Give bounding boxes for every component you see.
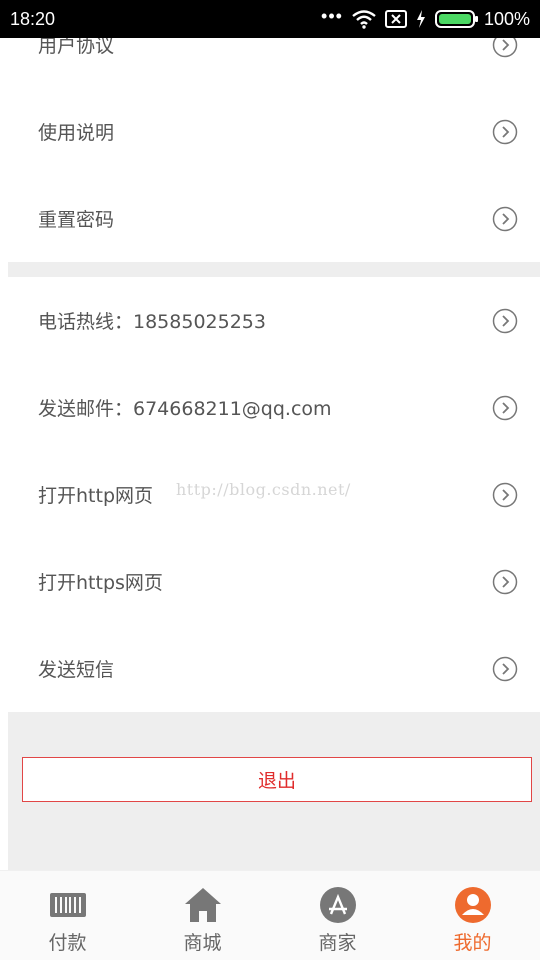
- chevron-right-circle-icon: [492, 119, 518, 144]
- chevron-right-circle-icon: [492, 395, 518, 420]
- menu-item-send-email[interactable]: 发送邮件：674668211@qq.com: [8, 364, 540, 451]
- status-bar: 18:20 ••• 100%: [0, 0, 540, 38]
- tab-label: 商城: [183, 932, 222, 954]
- menu-item-label: 打开http网页: [38, 485, 154, 507]
- barcode-icon: [48, 885, 88, 925]
- menu-item-send-sms[interactable]: 发送短信: [8, 625, 540, 712]
- settings-list[interactable]: 用户协议 使用说明 重置密码 电话热线：18585025253 发送邮件：674…: [0, 38, 540, 870]
- menu-item-user-agreement[interactable]: 用户协议: [8, 38, 540, 88]
- home-icon: [183, 885, 223, 925]
- battery-percent: 100%: [483, 8, 530, 29]
- chevron-right-circle-icon: [492, 569, 518, 594]
- status-time: 18:20: [10, 8, 56, 29]
- menu-item-open-https[interactable]: 打开https网页: [8, 538, 540, 625]
- tab-mine[interactable]: 我的: [405, 871, 540, 960]
- tab-label: 商家: [318, 932, 357, 954]
- watermark-text: http://blog.csdn.net/: [176, 480, 351, 499]
- bottom-tab-bar: 付款 商城 商家 我的: [0, 870, 540, 960]
- menu-item-instructions[interactable]: 使用说明: [8, 88, 540, 175]
- section-divider: [8, 262, 540, 277]
- no-sim-icon: [384, 10, 407, 28]
- status-icons: ••• 100%: [321, 6, 530, 30]
- battery: 100%: [434, 8, 530, 30]
- tab-pay[interactable]: 付款: [0, 871, 135, 960]
- chevron-right-circle-icon: [492, 656, 518, 681]
- logout-button[interactable]: 退出: [22, 757, 532, 802]
- menu-item-reset-password[interactable]: 重置密码: [8, 175, 540, 262]
- chevron-right-circle-icon: [492, 38, 518, 57]
- menu-item-label: 电话热线：18585025253: [38, 311, 266, 333]
- more-dots-icon: •••: [321, 6, 343, 26]
- menu-item-label: 重置密码: [38, 209, 115, 231]
- menu-item-label: 用户协议: [38, 38, 115, 57]
- menu-item-label: 使用说明: [38, 122, 115, 144]
- menu-item-label: 打开https网页: [38, 572, 163, 594]
- tab-merchant[interactable]: 商家: [270, 871, 405, 960]
- chevron-right-circle-icon: [492, 308, 518, 333]
- menu-item-label: 发送邮件：674668211@qq.com: [38, 398, 332, 420]
- charging-icon: [416, 10, 425, 28]
- wifi-icon: [352, 10, 376, 29]
- chevron-right-circle-icon: [492, 206, 518, 231]
- logout-area: 退出: [8, 712, 540, 870]
- menu-item-phone-hotline[interactable]: 电话热线：18585025253: [8, 277, 540, 364]
- battery-icon: [434, 10, 478, 28]
- app-store-icon: [318, 885, 358, 925]
- chevron-right-circle-icon: [492, 482, 518, 507]
- user-icon: [453, 885, 493, 925]
- tab-mall[interactable]: 商城: [135, 871, 270, 960]
- menu-item-label: 发送短信: [38, 659, 115, 681]
- tab-label: 我的: [453, 932, 492, 954]
- tab-label: 付款: [48, 932, 87, 954]
